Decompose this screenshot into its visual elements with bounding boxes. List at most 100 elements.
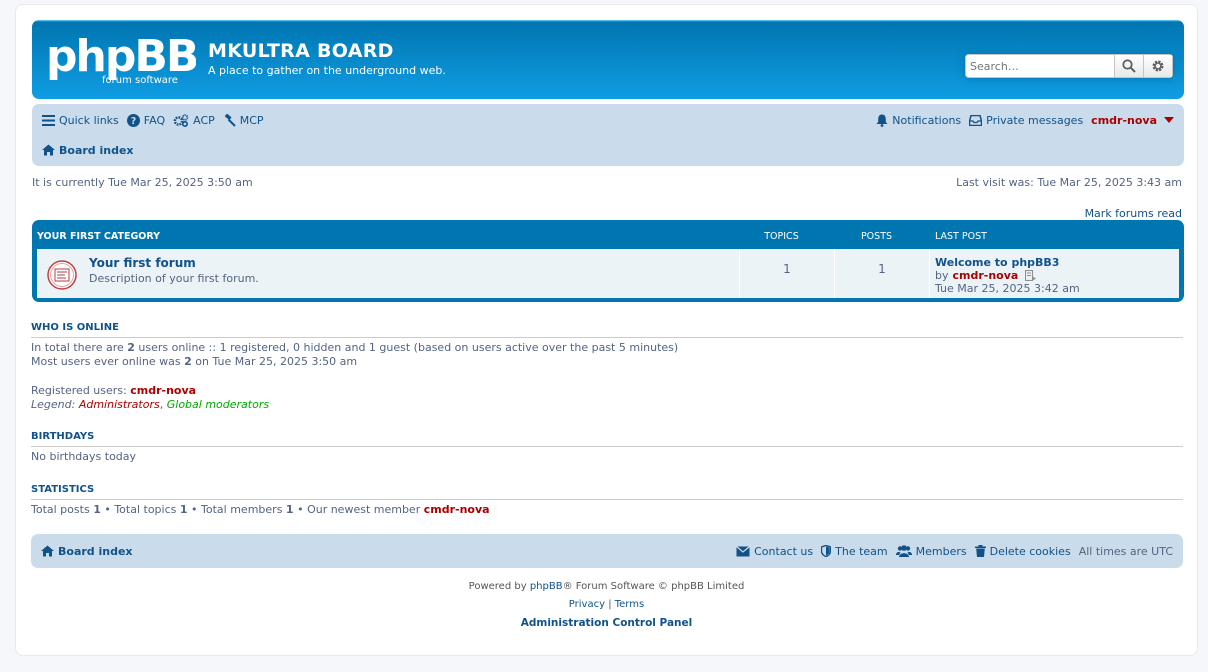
delete-cookies-link[interactable]: Delete cookies bbox=[974, 544, 1071, 558]
faq-label: FAQ bbox=[143, 113, 166, 127]
last-post-time: Tue Mar 25, 2025 3:42 am bbox=[935, 282, 1080, 295]
administration-control-panel-link[interactable]: Administration Control Panel bbox=[521, 617, 693, 629]
birthdays-heading: BIRTHDAYS bbox=[31, 431, 95, 442]
home-icon bbox=[41, 545, 54, 557]
mcp-link[interactable]: MCP bbox=[223, 113, 264, 127]
view-latest-post-icon[interactable] bbox=[1025, 270, 1037, 281]
caret-down-icon bbox=[1164, 117, 1174, 123]
phpbb-logo[interactable]: phpBB forum software bbox=[46, 31, 199, 86]
svg-text:?: ? bbox=[131, 116, 137, 127]
home-icon bbox=[42, 144, 55, 156]
registered-users-label: Registered users: bbox=[31, 384, 127, 397]
last-visit: Last visit was: Tue Mar 25, 2025 3:43 am bbox=[956, 176, 1182, 189]
current-time: It is currently Tue Mar 25, 2025 3:50 am bbox=[32, 176, 253, 189]
divider bbox=[31, 337, 1183, 338]
delete-cookies-label: Delete cookies bbox=[989, 544, 1071, 558]
total-posts-value: 1 bbox=[93, 503, 101, 516]
bars-icon bbox=[42, 114, 55, 126]
breadcrumb-board-index[interactable]: Board index bbox=[42, 144, 134, 157]
terms-link[interactable]: Terms bbox=[615, 599, 644, 610]
category-title[interactable]: YOUR FIRST CATEGORY bbox=[37, 231, 160, 242]
legend-separator: , bbox=[159, 398, 164, 411]
last-post-by-label: by bbox=[935, 269, 949, 282]
question-circle-icon: ? bbox=[126, 113, 140, 127]
bell-icon bbox=[876, 114, 888, 127]
total-posts-label: Total posts bbox=[31, 503, 90, 516]
online-record-count: 2 bbox=[184, 355, 192, 368]
last-post-byline: by cmdr-nova bbox=[935, 269, 1037, 282]
private-messages-link[interactable]: Private messages bbox=[969, 114, 1083, 127]
newest-member-label: • Our newest member bbox=[297, 503, 421, 516]
site-description: A place to gather on the underground web… bbox=[208, 64, 446, 77]
total-topics-value: 1 bbox=[179, 503, 188, 516]
search-button[interactable] bbox=[1115, 54, 1144, 78]
members-link[interactable]: Members bbox=[895, 544, 967, 558]
acp-link[interactable]: ACP bbox=[173, 114, 215, 127]
contact-us-label: Contact us bbox=[754, 544, 814, 558]
search-input[interactable] bbox=[965, 54, 1115, 78]
shield-icon bbox=[821, 545, 832, 557]
forum-posts-cell: 1 bbox=[835, 249, 930, 298]
powered-by-pre: Powered by bbox=[468, 581, 527, 592]
username: cmdr-nova bbox=[1091, 113, 1157, 127]
mark-forums-read-link[interactable]: Mark forums read bbox=[1085, 207, 1182, 220]
envelope-icon bbox=[736, 545, 751, 556]
privacy-terms-separator: | bbox=[608, 599, 612, 610]
last-post-author-link[interactable]: cmdr-nova bbox=[953, 269, 1019, 282]
notifications-link[interactable]: Notifications bbox=[876, 114, 961, 127]
newest-member-link[interactable]: cmdr-nova bbox=[424, 503, 490, 516]
breadcrumb-label: Board index bbox=[59, 143, 134, 157]
total-members-value: 1 bbox=[285, 503, 294, 516]
acp-footer-line: Administration Control Panel bbox=[15, 617, 1198, 629]
online-record-pre: Most users ever online was bbox=[31, 355, 181, 368]
user-menu[interactable]: cmdr-nova bbox=[1091, 114, 1174, 127]
who-is-online-heading[interactable]: WHO IS ONLINE bbox=[31, 322, 119, 333]
members-label: Members bbox=[915, 544, 967, 558]
cogs-icon bbox=[173, 113, 189, 127]
legend-global-moderators-link[interactable]: Global moderators bbox=[167, 398, 269, 411]
mcp-label: MCP bbox=[239, 113, 264, 127]
online-total-post: users online :: 1 registered, 0 hidden a… bbox=[138, 341, 679, 354]
logo-subtext: forum software bbox=[102, 75, 178, 85]
forum-info-cell: Your first forum Description of your fir… bbox=[37, 249, 740, 298]
col-topics-header: TOPICS bbox=[764, 231, 799, 242]
col-posts-header: POSTS bbox=[860, 231, 893, 242]
privacy-terms-line: Privacy | Terms bbox=[15, 599, 1198, 610]
search-icon bbox=[1122, 59, 1136, 73]
forum-row: Your first forum Description of your fir… bbox=[37, 249, 1179, 298]
last-post-title-link[interactable]: Welcome to phpBB3 bbox=[935, 256, 1059, 269]
online-record-post: on Tue Mar 25, 2025 3:50 am bbox=[195, 355, 358, 368]
notifications-label: Notifications bbox=[892, 113, 962, 127]
search-box bbox=[965, 54, 1173, 78]
statistics-line: Total posts 1 • Total topics 1 • Total m… bbox=[31, 503, 490, 516]
the-team-label: The team bbox=[835, 544, 888, 558]
total-members-label: • Total members bbox=[191, 503, 283, 516]
footer-board-index-label: Board index bbox=[58, 544, 133, 558]
faq-link[interactable]: ? FAQ bbox=[126, 113, 166, 127]
forum-description: Description of your first forum. bbox=[89, 272, 259, 285]
online-total-line: In total there are 2 users online :: 1 r… bbox=[31, 341, 678, 354]
contact-us-link[interactable]: Contact us bbox=[736, 545, 813, 558]
total-topics-label: • Total topics bbox=[104, 503, 177, 516]
powered-by-post: ® Forum Software © phpBB Limited bbox=[562, 581, 745, 592]
divider bbox=[31, 446, 1183, 447]
registered-user-link[interactable]: cmdr-nova bbox=[130, 384, 196, 397]
advanced-search-button[interactable] bbox=[1144, 54, 1173, 78]
legend-administrators-link[interactable]: Administrators bbox=[79, 398, 160, 411]
footer-board-index-link[interactable]: Board index bbox=[41, 545, 133, 558]
registered-users-line: Registered users: cmdr-nova bbox=[31, 384, 196, 397]
private-messages-label: Private messages bbox=[986, 113, 1084, 127]
divider bbox=[31, 499, 1183, 500]
site-title: MKULTRA BOARD bbox=[208, 40, 394, 62]
forum-posts-count: 1 bbox=[878, 262, 886, 276]
online-total-pre: In total there are bbox=[31, 341, 124, 354]
online-record-line: Most users ever online was 2 on Tue Mar … bbox=[31, 355, 357, 368]
quick-links-menu[interactable]: Quick links bbox=[42, 114, 119, 127]
quick-links-label: Quick links bbox=[59, 113, 119, 127]
birthdays-text: No birthdays today bbox=[31, 450, 137, 463]
privacy-link[interactable]: Privacy bbox=[569, 599, 605, 610]
forum-title-link[interactable]: Your first forum bbox=[89, 256, 196, 270]
phpbb-link[interactable]: phpBB bbox=[530, 581, 563, 592]
the-team-link[interactable]: The team bbox=[821, 545, 888, 558]
acp-label: ACP bbox=[193, 113, 215, 127]
